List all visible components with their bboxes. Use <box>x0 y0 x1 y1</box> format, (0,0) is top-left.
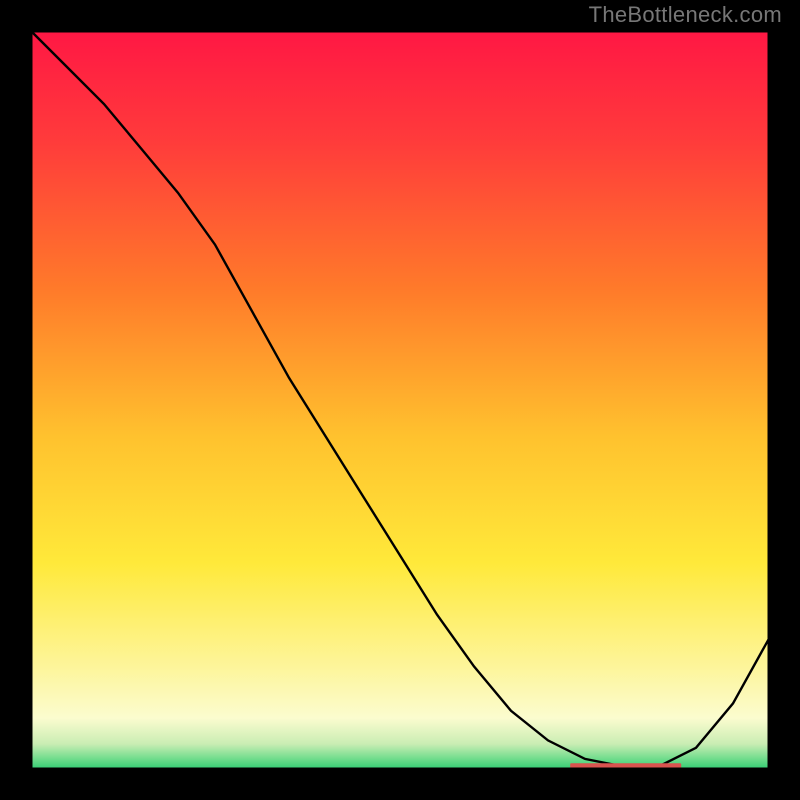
chart-container: TheBottleneck.com <box>0 0 800 800</box>
bottleneck-chart <box>0 0 800 800</box>
plot-background <box>30 30 770 770</box>
